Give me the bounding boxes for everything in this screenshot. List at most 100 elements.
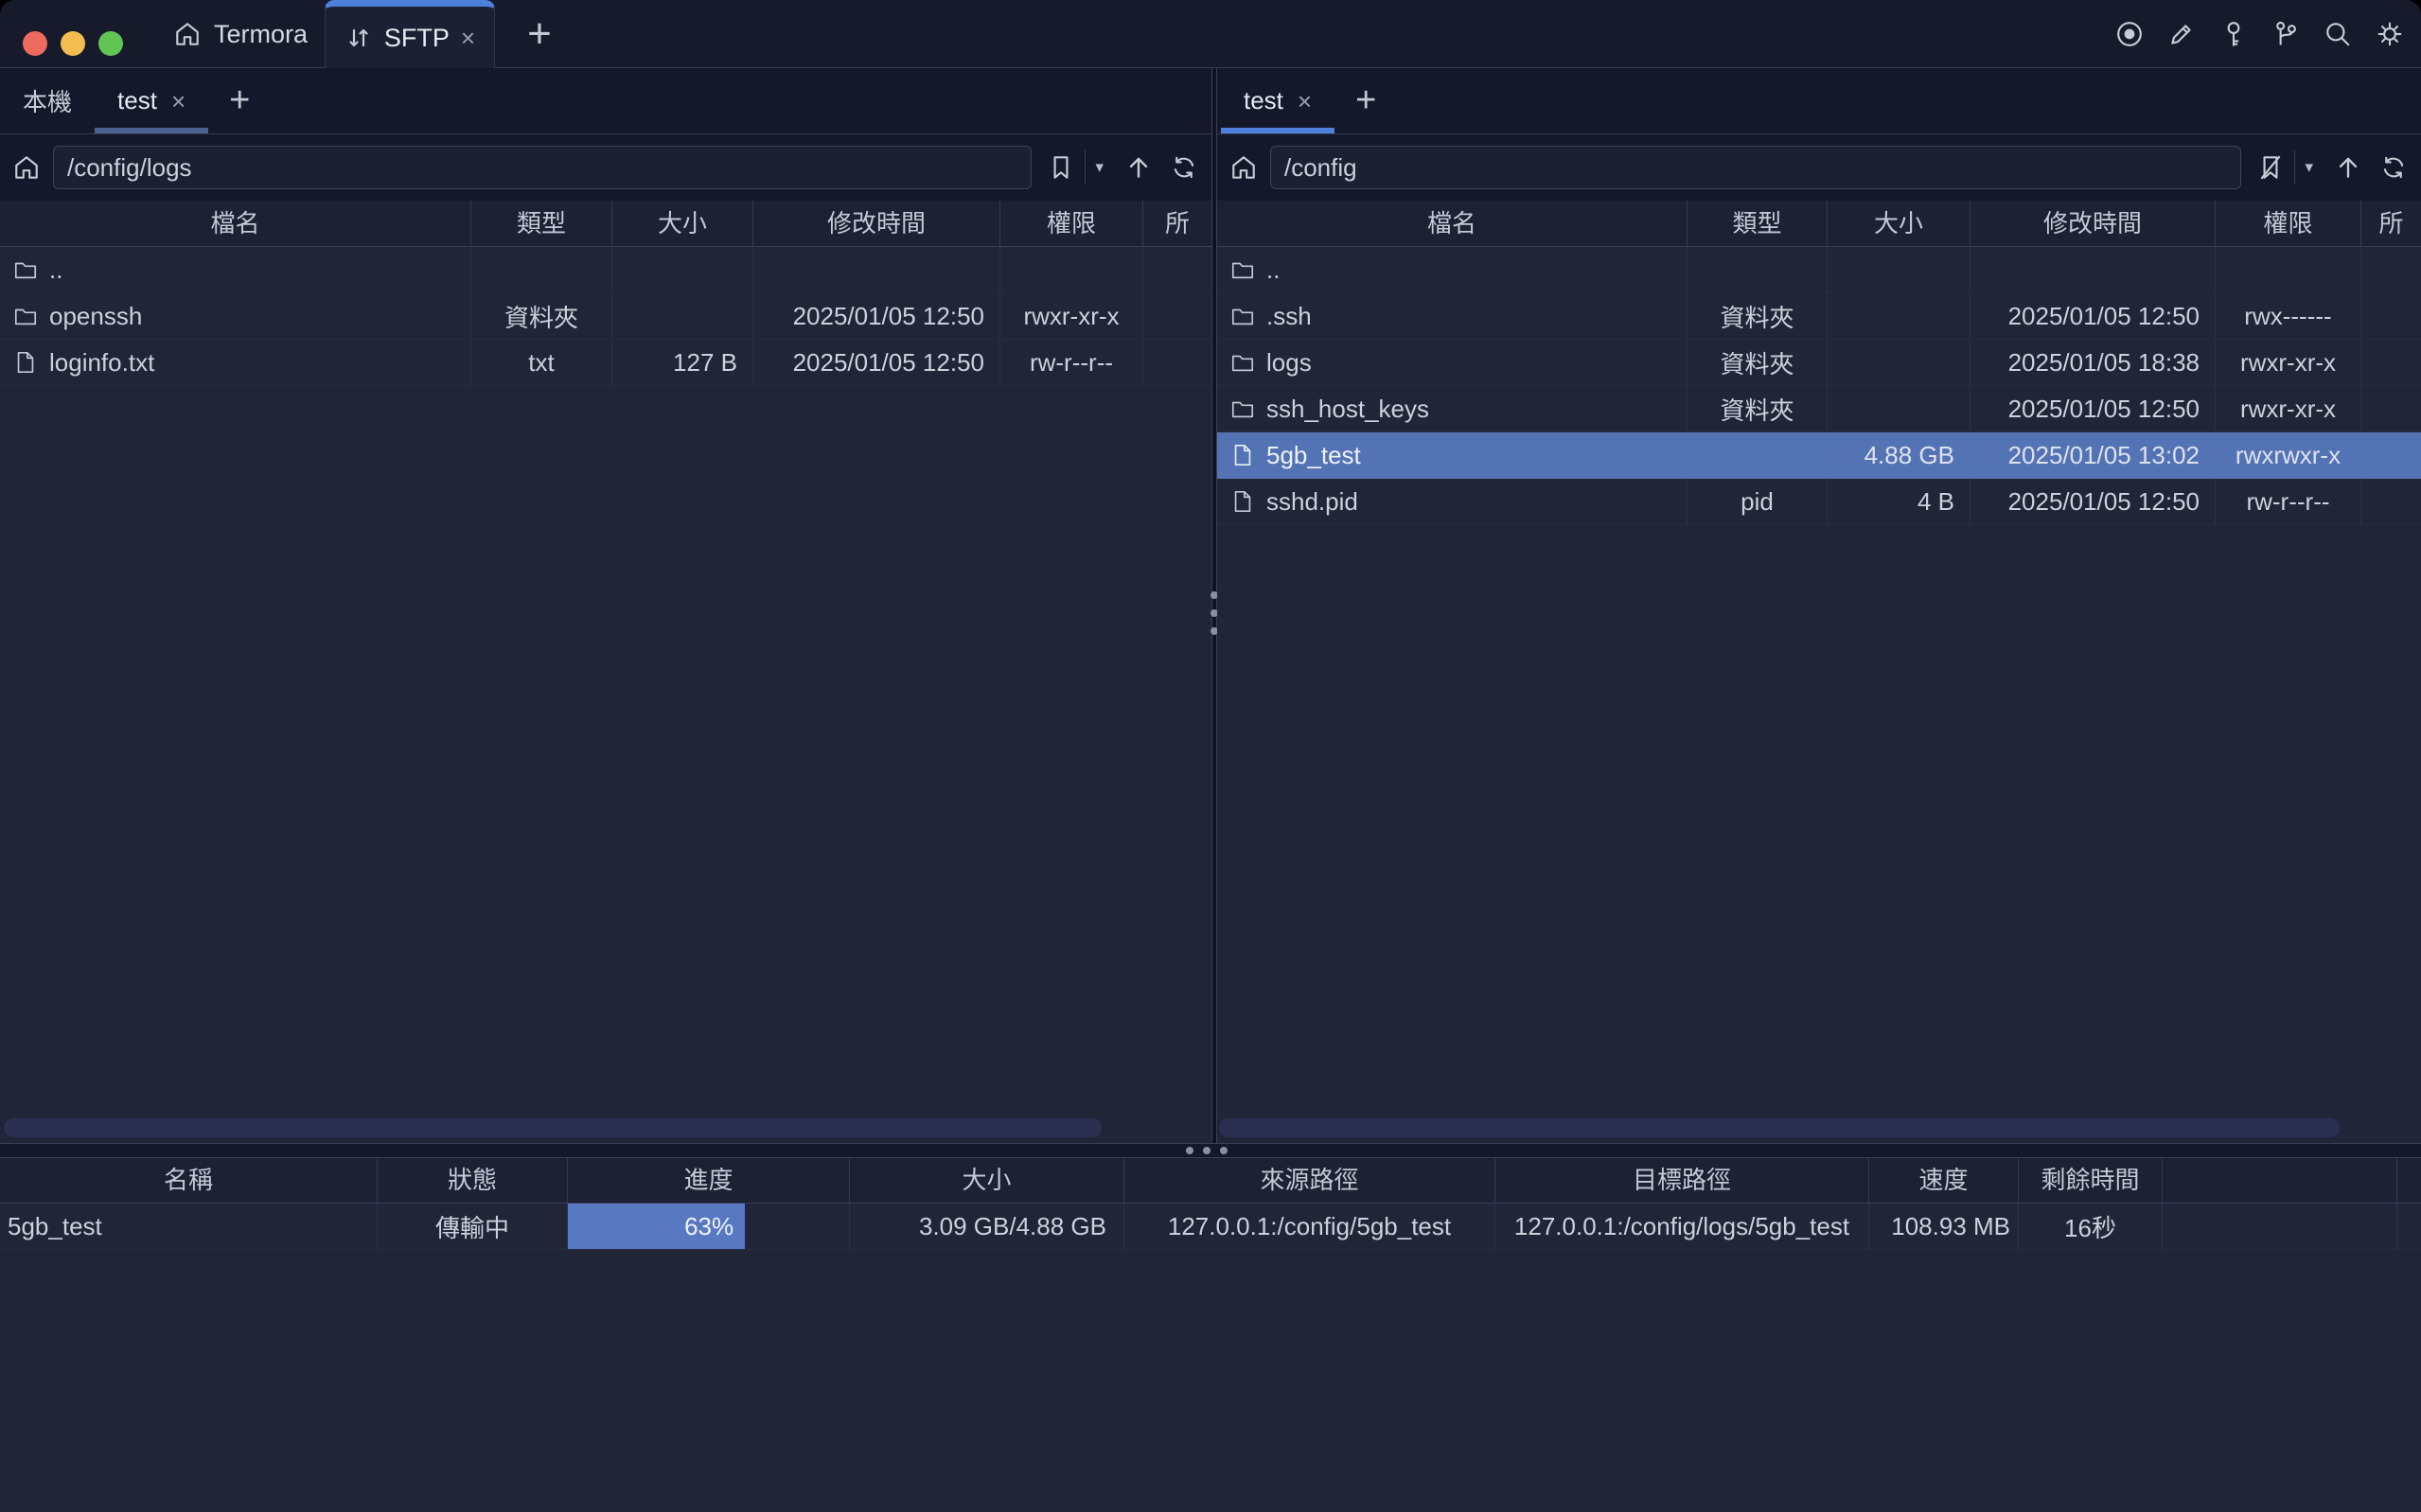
cell-perms: rw-r--r-- [1000, 340, 1143, 385]
column-header-type[interactable]: 類型 [471, 201, 612, 246]
cell-perms: rwx------ [2216, 293, 2361, 339]
new-window-tab-button[interactable]: + [511, 0, 568, 68]
right-add-tab-button[interactable]: + [1334, 68, 1397, 133]
transfer-size: 3.09 GB/4.88 GB [850, 1204, 1124, 1249]
tab-termora-home[interactable]: Termora [156, 0, 325, 68]
file-row-5gb-test-selected[interactable]: 5gb_test 4.88 GB 2025/01/05 13:02 rwxrwx… [1217, 432, 2421, 479]
file-name: 5gb_test [1266, 441, 1361, 470]
cell-size [612, 293, 753, 339]
right-bookmark-caret-icon[interactable]: ▾ [2305, 158, 2313, 177]
left-tab-test[interactable]: test × [95, 68, 208, 133]
left-add-tab-button[interactable]: + [208, 68, 271, 133]
cell-mtime: 2025/01/05 12:50 [753, 340, 1000, 385]
cell-name: .. [0, 247, 471, 292]
left-home-icon[interactable] [0, 153, 53, 182]
close-window-button[interactable] [23, 31, 47, 56]
left-bookmark-icon[interactable] [1045, 151, 1077, 184]
record-icon[interactable] [2115, 20, 2144, 48]
right-home-icon[interactable] [1217, 153, 1270, 182]
left-refresh-icon[interactable] [1168, 151, 1200, 184]
right-tab-test[interactable]: test × [1221, 68, 1334, 133]
cell-type [471, 247, 612, 292]
transfer-splitter[interactable] [0, 1143, 2421, 1158]
file-row-loginfo[interactable]: loginfo.txt txt 127 B 2025/01/05 12:50 r… [0, 340, 1211, 386]
search-icon[interactable] [2324, 20, 2352, 48]
file-row-ssh[interactable]: .ssh 資料夾 2025/01/05 12:50 rwx------ [1217, 293, 2421, 340]
folder-icon [1230, 304, 1255, 328]
transfer-table-header: 名稱 狀態 進度 大小 來源路徑 目標路徑 速度 剩餘時間 [0, 1158, 2421, 1204]
file-row-logs[interactable]: logs 資料夾 2025/01/05 18:38 rwxr-xr-x [1217, 340, 2421, 386]
folder-icon [1230, 257, 1255, 282]
column-header-spacer-end [2397, 1158, 2421, 1203]
progress-label: 63% [684, 1212, 733, 1241]
sftp-panels: 本機 test × + ▾ [0, 68, 2421, 1143]
left-path-input[interactable] [53, 146, 1032, 189]
minimize-window-button[interactable] [61, 31, 85, 56]
keychain-branch-icon[interactable] [2271, 20, 2300, 48]
column-header-status[interactable]: 狀態 [378, 1158, 568, 1203]
cell-mtime [1970, 247, 2216, 292]
column-header-owner[interactable]: 所 [1143, 201, 1211, 246]
left-up-directory-icon[interactable] [1122, 151, 1155, 184]
cell-owner [2361, 479, 2421, 524]
column-header-name[interactable]: 檔名 [1217, 201, 1688, 246]
file-name: openssh [49, 302, 142, 331]
column-header-size[interactable]: 大小 [1828, 201, 1970, 246]
tab-sftp[interactable]: SFTP × [325, 0, 495, 69]
column-header-type[interactable]: 類型 [1688, 201, 1828, 246]
column-header-target[interactable]: 目標路徑 [1495, 1158, 1869, 1203]
close-right-tab-icon[interactable]: × [1298, 89, 1312, 114]
left-tab-local[interactable]: 本機 [0, 68, 95, 133]
cell-owner [2361, 340, 2421, 385]
file-name: .ssh [1266, 302, 1312, 331]
cell-name: loginfo.txt [0, 340, 471, 385]
cell-owner [1143, 293, 1211, 339]
column-header-speed[interactable]: 速度 [1869, 1158, 2019, 1203]
settings-gear-icon[interactable] [2376, 20, 2404, 48]
zoom-window-button[interactable] [98, 31, 123, 56]
cell-mtime [753, 247, 1000, 292]
folder-icon [13, 257, 38, 282]
transfer-progress-cell: 63% [568, 1204, 850, 1249]
left-tabstrip: 本機 test × + [0, 68, 1211, 134]
app-window: Termora SFTP × + [0, 0, 2421, 1512]
column-header-size[interactable]: 大小 [850, 1158, 1124, 1203]
key-icon[interactable] [2219, 20, 2248, 48]
cell-name: openssh [0, 293, 471, 339]
file-row-ssh-host-keys[interactable]: ssh_host_keys 資料夾 2025/01/05 12:50 rwxr-… [1217, 386, 2421, 432]
right-refresh-icon[interactable] [2377, 151, 2410, 184]
column-header-name[interactable]: 名稱 [0, 1158, 378, 1203]
cell-perms: rwxr-xr-x [2216, 340, 2361, 385]
transfer-splitter-grip[interactable] [1186, 1147, 1228, 1154]
file-row-openssh[interactable]: openssh 資料夾 2025/01/05 12:50 rwxr-xr-x [0, 293, 1211, 340]
close-sftp-tab-icon[interactable]: × [461, 26, 475, 50]
column-header-perms[interactable]: 權限 [1000, 201, 1143, 246]
column-header-name[interactable]: 檔名 [0, 201, 471, 246]
left-horizontal-scrollbar[interactable] [4, 1118, 1102, 1137]
divider [2294, 150, 2295, 185]
right-bookmark-slash-icon[interactable] [2254, 151, 2287, 184]
column-header-perms[interactable]: 權限 [2216, 201, 2361, 246]
close-left-tab-icon[interactable]: × [171, 89, 186, 114]
right-horizontal-scrollbar[interactable] [1219, 1118, 2340, 1137]
column-header-remaining[interactable]: 剩餘時間 [2019, 1158, 2163, 1203]
column-header-size[interactable]: 大小 [612, 201, 753, 246]
column-header-progress[interactable]: 進度 [568, 1158, 850, 1203]
right-path-input[interactable] [1270, 146, 2241, 189]
column-header-source[interactable]: 來源路徑 [1124, 1158, 1495, 1203]
right-up-directory-icon[interactable] [2332, 151, 2364, 184]
file-row-parent-dir[interactable]: .. [0, 247, 1211, 293]
left-bookmark-caret-icon[interactable]: ▾ [1095, 158, 1104, 177]
column-header-owner[interactable]: 所 [2361, 201, 2421, 246]
file-row-sshd-pid[interactable]: sshd.pid pid 4 B 2025/01/05 12:50 rw-r--… [1217, 479, 2421, 525]
edit-pencil-icon[interactable] [2167, 20, 2196, 48]
progress-bar: 63% [568, 1204, 745, 1249]
folder-icon [13, 304, 38, 328]
file-name: sshd.pid [1266, 487, 1358, 517]
file-name: .. [1266, 255, 1280, 285]
file-row-parent-dir[interactable]: .. [1217, 247, 2421, 293]
transfer-row-5gb-test[interactable]: 5gb_test 傳輸中 63% 3.09 GB/4.88 GB 127.0.0… [0, 1204, 2421, 1250]
column-header-mtime[interactable]: 修改時間 [1970, 201, 2216, 246]
right-file-panel: test × + ▾ [1217, 68, 2421, 1143]
column-header-mtime[interactable]: 修改時間 [753, 201, 1000, 246]
